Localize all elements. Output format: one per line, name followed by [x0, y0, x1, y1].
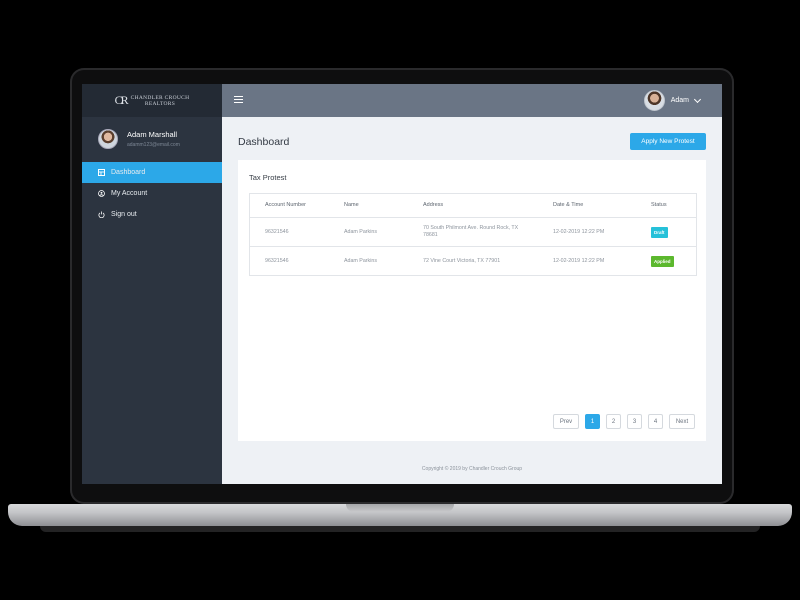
sidebar-item-my-account[interactable]: My Account — [82, 183, 222, 204]
user-circle-icon — [98, 190, 105, 197]
prev-page-button[interactable]: Prev — [553, 414, 579, 429]
user-menu[interactable]: Adam — [643, 90, 702, 111]
sidebar: CR CHANDLER CROUCH REALTORS Adam Marshal… — [82, 84, 222, 484]
sidebar-item-dashboard[interactable]: Dashboard — [82, 162, 222, 183]
sidebar-item-label: Sign out — [111, 211, 137, 218]
account-number: 96321546 — [265, 228, 289, 235]
power-icon — [98, 211, 105, 218]
profile-email: adamm123@email.com — [127, 142, 180, 148]
account-number: 96321546 — [265, 257, 289, 264]
page-button-3[interactable]: 3 — [627, 414, 642, 429]
owner-name: Adam Parkins — [344, 228, 377, 235]
property-address: 70 South Philmont Ave. Round Rock, TX 78… — [423, 225, 519, 238]
apply-new-protest-button[interactable]: Apply New Protest — [630, 133, 706, 150]
table-row[interactable]: 96321546 Adam Parkins 72 Vine Court Vict… — [250, 247, 696, 275]
table-header: Account Number Name Address Date & Time … — [250, 194, 696, 218]
column-header: Name — [344, 202, 359, 208]
sidebar-profile: Adam Marshall adamm123@email.com — [82, 117, 222, 153]
avatar — [643, 90, 665, 111]
brand-tagline: REALTORS — [144, 100, 176, 107]
brand-name: CHANDLER CROUCH — [130, 94, 190, 101]
sidebar-item-label: My Account — [111, 190, 148, 197]
status-badge: Draft — [651, 226, 668, 238]
sidebar-item-label: Dashboard — [111, 169, 146, 176]
dashboard-icon — [98, 169, 105, 176]
card-title: Tax Protest — [249, 173, 287, 182]
page-button-2[interactable]: 2 — [606, 414, 621, 429]
brand-monogram: CR — [114, 93, 129, 107]
owner-name: Adam Parkins — [344, 257, 377, 264]
laptop-notch — [346, 504, 454, 512]
sidebar-item-sign-out[interactable]: Sign out — [82, 204, 222, 225]
sidebar-nav: Dashboard My Account Sign out — [82, 162, 222, 225]
footer-copyright: Copyright © 2019 by Chandler Crouch Grou… — [421, 466, 523, 472]
page-title: Dashboard — [238, 136, 290, 148]
pagination: Prev 1 2 3 4 Next — [553, 414, 695, 429]
main-content: Dashboard Apply New Protest Tax Protest … — [222, 117, 722, 484]
status-badge: Applied — [651, 255, 674, 267]
date-time: 12-02-2019 12:22 PM — [553, 257, 605, 264]
table-row[interactable]: 96321546 Adam Parkins 70 South Philmont … — [250, 218, 696, 247]
next-page-button[interactable]: Next — [669, 414, 695, 429]
property-address: 72 Vine Court Victoria, TX 77901 — [423, 257, 501, 264]
page-button-4[interactable]: 4 — [648, 414, 663, 429]
column-header: Address — [423, 202, 444, 208]
date-time: 12-02-2019 12:22 PM — [553, 228, 605, 235]
page-button-1[interactable]: 1 — [585, 414, 600, 429]
app-screen: CR CHANDLER CROUCH REALTORS Adam Marshal… — [82, 84, 722, 484]
column-header: Date & Time — [553, 202, 584, 208]
column-header: Status — [651, 202, 667, 208]
profile-name: Adam Marshall — [127, 130, 178, 139]
hamburger-icon[interactable] — [234, 96, 243, 104]
protest-table: Account Number Name Address Date & Time … — [249, 193, 697, 276]
chevron-down-icon — [693, 95, 702, 103]
column-header: Account Number — [265, 202, 306, 208]
user-name: Adam — [670, 97, 689, 104]
tax-protest-card: Tax Protest Account Number Name Address … — [238, 160, 706, 441]
laptop-shadow — [40, 526, 760, 532]
brand-logo[interactable]: CR CHANDLER CROUCH REALTORS — [82, 84, 222, 117]
top-bar: Adam — [222, 84, 722, 117]
avatar — [98, 129, 118, 149]
